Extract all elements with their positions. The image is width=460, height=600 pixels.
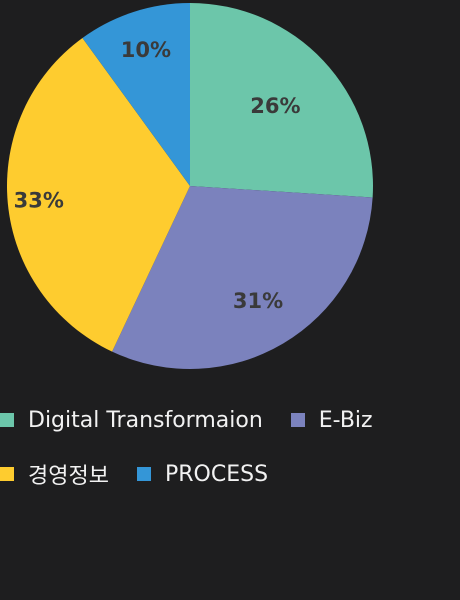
legend-row-2: 경영정보 PROCESS [0,454,296,494]
legend-row-1: Digital Transformaion E-Biz [0,400,401,440]
legend-item-e-biz[interactable]: E-Biz [290,407,373,433]
legend-swatch-process [136,467,151,481]
legend-item-management-info[interactable]: 경영정보 [0,458,109,490]
legend-swatch-e-biz [290,413,305,427]
pie-chart-svg: 26% 31% 33% 10% [6,2,373,369]
pie-chart: 26% 31% 33% 10% Digital Transformaion E-Biz… [0,0,460,600]
legend-label-digital-transformation: Digital Transformaion [28,407,263,433]
slice-e-biz-label: 31% [233,289,283,313]
legend-label-management-info: 경영정보 [28,464,109,489]
slice-process-label: 10% [121,38,171,62]
legend-swatch-management-info [0,467,14,481]
legend-swatch-digital-transformation [0,413,14,427]
slice-digital-transformation-label: 26% [250,94,300,118]
legend-item-process[interactable]: PROCESS [136,461,269,487]
legend-label-process: PROCESS [164,461,269,487]
legend-label-e-biz: E-Biz [318,407,373,433]
legend-item-digital-transformation[interactable]: Digital Transformaion [0,408,263,433]
slice-management-info-label: 33% [14,188,64,212]
